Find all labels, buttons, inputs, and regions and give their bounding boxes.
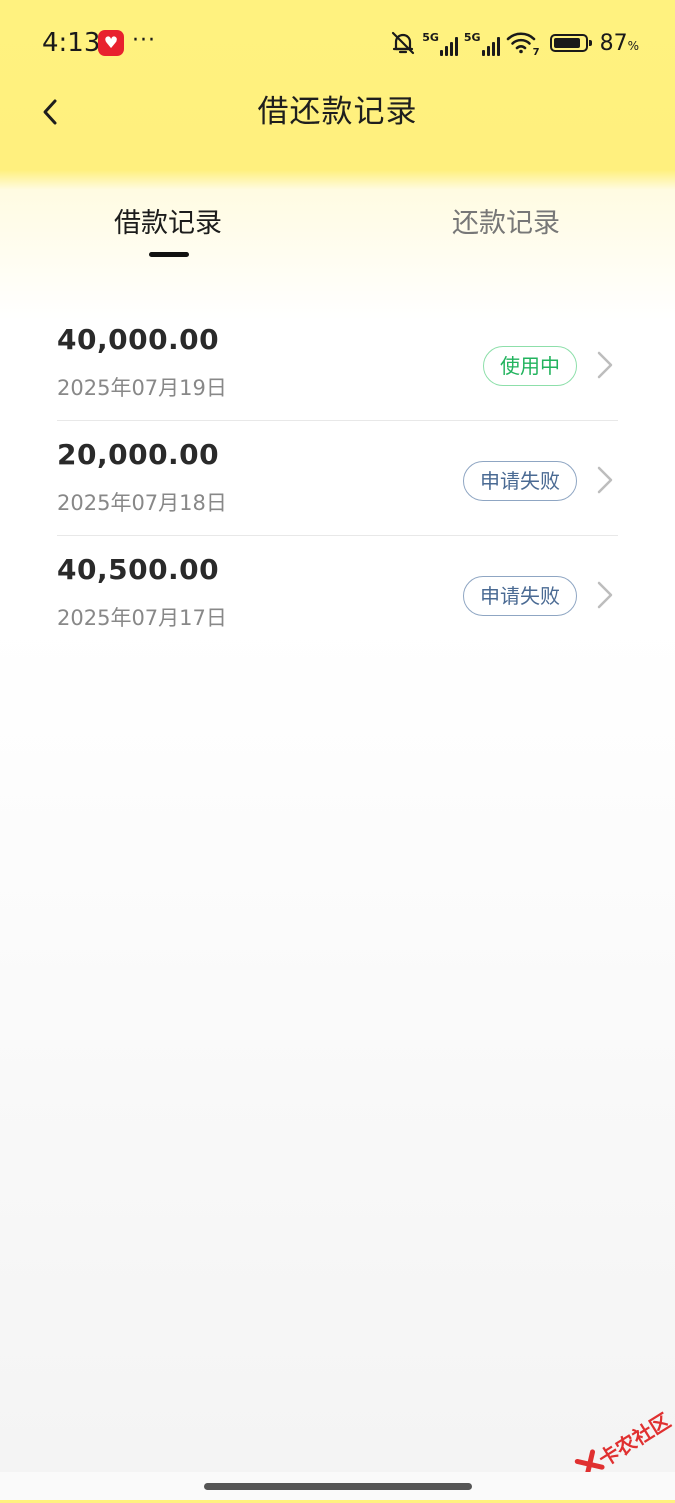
app-notification-icon: ♥: [98, 30, 124, 56]
chevron-right-icon: [597, 466, 613, 494]
status-badge: 使用中: [483, 346, 577, 386]
nav-bar: 借还款记录: [0, 80, 675, 144]
loan-record-row[interactable]: 20,000.00 2025年07月18日 申请失败: [57, 421, 618, 536]
loan-record-row[interactable]: 40,500.00 2025年07月17日 申请失败: [57, 536, 618, 650]
mute-bell-icon: [392, 31, 415, 55]
watermark-text: 卡农社区: [594, 1408, 675, 1472]
status-icons: 5G 5G 7 87%: [390, 26, 639, 60]
network-type-label: 5G: [422, 31, 439, 44]
record-date: 2025年07月19日: [57, 376, 227, 400]
wifi-sub-label: 7: [532, 47, 540, 58]
signal-5g-1-icon: 5G: [422, 30, 458, 56]
record-amount: 40,500.00: [57, 553, 220, 586]
record-date: 2025年07月17日: [57, 606, 227, 630]
status-badge: 申请失败: [463, 576, 577, 616]
record-tabs: 借款记录 还款记录: [0, 200, 675, 264]
record-amount: 40,000.00: [57, 323, 220, 356]
chevron-right-icon: [597, 351, 613, 379]
network-type-label: 5G: [463, 31, 481, 44]
record-date: 2025年07月18日: [57, 491, 227, 515]
loan-record-row[interactable]: 40,000.00 2025年07月19日 使用中: [57, 306, 618, 421]
signal-5g-2-icon: 5G: [464, 30, 500, 56]
battery-fill: [553, 38, 580, 48]
status-bar: 4:13 ♥ ··· 5G 5G 7 87%: [0, 0, 675, 88]
wifi-icon: 7: [506, 30, 540, 58]
status-time: 4:13: [42, 28, 101, 58]
page-title: 借还款记录: [257, 94, 418, 130]
record-amount: 20,000.00: [57, 438, 220, 471]
status-badge: 申请失败: [463, 461, 577, 501]
loan-record-list: 40,000.00 2025年07月19日 使用中 20,000.00 2025…: [57, 306, 618, 650]
more-notifications-icon: ···: [132, 28, 156, 53]
home-indicator[interactable]: [204, 1483, 472, 1490]
tab-borrow-records[interactable]: 借款记录: [68, 200, 268, 248]
tab-repay-records[interactable]: 还款记录: [406, 200, 606, 248]
battery-percent: 87%: [599, 30, 639, 56]
battery-icon: [549, 34, 592, 52]
active-tab-indicator: [149, 252, 189, 257]
chevron-right-icon: [597, 581, 613, 609]
